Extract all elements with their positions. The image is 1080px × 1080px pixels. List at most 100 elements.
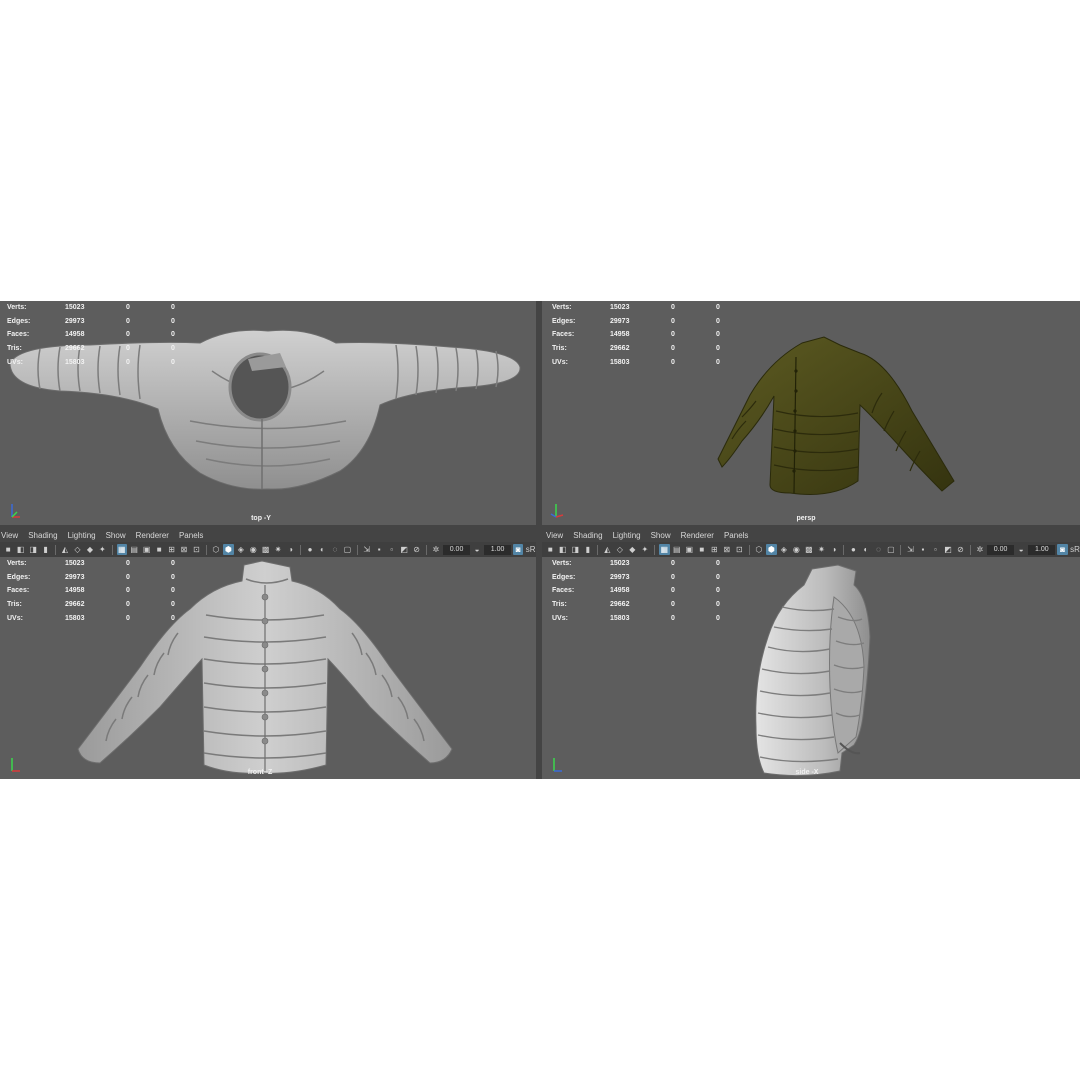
resolution-gate-icon[interactable]: ◇ xyxy=(615,544,626,555)
use-all-lights-icon[interactable]: ⊡ xyxy=(734,544,745,555)
select-camera-icon[interactable]: ◩ xyxy=(943,544,954,555)
motion-blur-icon[interactable]: ◐ xyxy=(317,544,327,555)
smooth-shade-icon[interactable]: ▣ xyxy=(141,544,151,555)
cube-shaded-icon[interactable]: ⬢ xyxy=(223,544,234,555)
film-gate-icon[interactable]: ◭ xyxy=(602,544,613,555)
cube-wire-icon[interactable]: ⬡ xyxy=(754,544,765,555)
cube-shaded-icon[interactable]: ⬢ xyxy=(766,544,777,555)
no-gate-icon[interactable]: ⊘ xyxy=(411,544,421,555)
stats-row-edges: Edges: 29973 0 0 xyxy=(552,574,742,588)
menu-show[interactable]: Show xyxy=(106,531,126,540)
panel-menu: View Shading Lighting Show Renderer Pane… xyxy=(542,528,1080,542)
gate-mask-icon[interactable]: ◆ xyxy=(627,544,638,555)
camera-icon[interactable]: ■ xyxy=(3,544,13,555)
colorspace-label[interactable]: sR xyxy=(525,544,536,555)
textured-icon[interactable]: ⊠ xyxy=(722,544,733,555)
use-all-lights-icon[interactable]: ⊡ xyxy=(191,544,201,555)
hud-icon[interactable]: ▫ xyxy=(930,544,941,555)
menu-shading[interactable]: Shading xyxy=(573,531,602,540)
film-gate-icon[interactable]: ◭ xyxy=(60,544,70,555)
light-icon[interactable]: ✷ xyxy=(816,544,827,555)
ambient-occlusion-icon[interactable]: ● xyxy=(848,544,859,555)
menu-renderer[interactable]: Renderer xyxy=(136,531,169,540)
xray-icon[interactable]: ◈ xyxy=(236,544,246,555)
isolate-icon[interactable]: ⇲ xyxy=(362,544,372,555)
maya-four-view-layout: Verts: 15023 0 0 Edges: 29973 0 0 Faces: 14958 0… xyxy=(0,301,1080,779)
xray-joints-icon[interactable]: ◉ xyxy=(791,544,802,555)
wireframe-icon[interactable]: ▤ xyxy=(672,544,683,555)
panel-toolbar: ■ ◧ ◨ ▮ ◭ ◇ ◆ ✦ ▦ ▤ ▣ ■ ⊞ ⊠ ⊡ ⬡ ⬢ ◈ ◉ ▩ … xyxy=(0,542,536,557)
depth-of-field-icon[interactable]: ▢ xyxy=(342,544,352,555)
camera-attributes-icon[interactable]: ◧ xyxy=(558,544,569,555)
resolution-gate-icon[interactable]: ◇ xyxy=(72,544,82,555)
axis-gizmo-icon xyxy=(11,758,20,772)
menu-renderer[interactable]: Renderer xyxy=(681,531,714,540)
gamma-field[interactable]: 1.00 xyxy=(484,544,511,555)
motion-blur-icon[interactable]: ◐ xyxy=(861,544,872,555)
image-plane-icon[interactable]: ▮ xyxy=(583,544,594,555)
grid-icon[interactable]: ▦ xyxy=(659,544,670,555)
exposure-field[interactable]: 0.00 xyxy=(443,544,470,555)
wireframe-icon[interactable]: ▤ xyxy=(129,544,139,555)
exposure-icon[interactable]: ✲ xyxy=(431,544,441,555)
menu-panels[interactable]: Panels xyxy=(179,531,203,540)
default-material-icon[interactable]: ■ xyxy=(697,544,708,555)
no-gate-icon[interactable]: ⊘ xyxy=(955,544,966,555)
toolbar-separator xyxy=(111,544,113,555)
gate-mask-icon[interactable]: ◆ xyxy=(85,544,95,555)
color-management-icon[interactable]: ◙ xyxy=(1057,544,1068,555)
select-camera-icon[interactable]: ◩ xyxy=(399,544,409,555)
gamma-field[interactable]: 1.00 xyxy=(1028,544,1056,555)
shadow-icon[interactable]: ◑ xyxy=(285,544,295,555)
stat-value: 0 xyxy=(716,573,720,581)
menu-view[interactable]: View xyxy=(546,531,563,540)
wireframe-on-shaded-icon[interactable]: ⊞ xyxy=(709,544,720,555)
menu-lighting[interactable]: Lighting xyxy=(613,531,641,540)
bookmark-icon[interactable]: ◨ xyxy=(28,544,38,555)
xray-active-icon[interactable]: ▩ xyxy=(804,544,815,555)
isolate-select-icon[interactable]: ▪ xyxy=(374,544,384,555)
ambient-occlusion-icon[interactable]: ● xyxy=(305,544,315,555)
hud-icon[interactable]: ▫ xyxy=(386,544,396,555)
gamma-icon[interactable]: ◒ xyxy=(472,544,482,555)
light-icon[interactable]: ✷ xyxy=(273,544,283,555)
stat-label: UVs: xyxy=(7,358,23,366)
menu-show[interactable]: Show xyxy=(651,531,671,540)
anti-aliasing-icon[interactable]: ◌ xyxy=(330,544,340,555)
menu-lighting[interactable]: Lighting xyxy=(68,531,96,540)
camera-attributes-icon[interactable]: ◧ xyxy=(15,544,25,555)
isolate-select-icon[interactable]: ▪ xyxy=(918,544,929,555)
xray-active-icon[interactable]: ▩ xyxy=(260,544,270,555)
viewport-side[interactable]: Verts: 15023 0 0 Edges: 29973 0 0 Faces: 14958 0… xyxy=(542,557,1080,779)
exposure-field[interactable]: 0.00 xyxy=(987,544,1014,555)
xray-joints-icon[interactable]: ◉ xyxy=(248,544,258,555)
stat-value: 0 xyxy=(171,587,175,595)
default-material-icon[interactable]: ■ xyxy=(154,544,164,555)
menu-view[interactable]: View xyxy=(1,531,18,540)
colorspace-label[interactable]: sR xyxy=(1070,544,1080,555)
xray-icon[interactable]: ◈ xyxy=(779,544,790,555)
stats-row-uvs: UVs: 15803 0 0 xyxy=(552,359,742,373)
shadow-icon[interactable]: ◑ xyxy=(829,544,840,555)
smooth-shade-icon[interactable]: ▣ xyxy=(684,544,695,555)
color-management-icon[interactable]: ◙ xyxy=(512,544,524,555)
menu-shading[interactable]: Shading xyxy=(28,531,57,540)
viewport-top[interactable]: Verts: 15023 0 0 Edges: 29973 0 0 Faces: 14958 0… xyxy=(0,301,536,525)
viewport-front[interactable]: Verts: 15023 0 0 Edges: 29973 0 0 Faces: 14958 0… xyxy=(0,557,536,779)
viewport-persp[interactable]: Verts: 15023 0 0 Edges: 29973 0 0 Faces: 14958 0… xyxy=(542,301,1080,525)
depth-of-field-icon[interactable]: ▢ xyxy=(886,544,897,555)
camera-icon[interactable]: ■ xyxy=(545,544,556,555)
field-chart-icon[interactable]: ✦ xyxy=(97,544,107,555)
textured-icon[interactable]: ⊠ xyxy=(179,544,189,555)
exposure-icon[interactable]: ✲ xyxy=(975,544,986,555)
bookmark-icon[interactable]: ◨ xyxy=(570,544,581,555)
image-plane-icon[interactable]: ▮ xyxy=(40,544,50,555)
field-chart-icon[interactable]: ✦ xyxy=(640,544,651,555)
anti-aliasing-icon[interactable]: ◌ xyxy=(873,544,884,555)
cube-wire-icon[interactable]: ⬡ xyxy=(211,544,221,555)
isolate-icon[interactable]: ⇲ xyxy=(905,544,916,555)
menu-panels[interactable]: Panels xyxy=(724,531,748,540)
wireframe-on-shaded-icon[interactable]: ⊞ xyxy=(166,544,176,555)
grid-icon[interactable]: ▦ xyxy=(116,544,127,555)
gamma-icon[interactable]: ◒ xyxy=(1016,544,1027,555)
